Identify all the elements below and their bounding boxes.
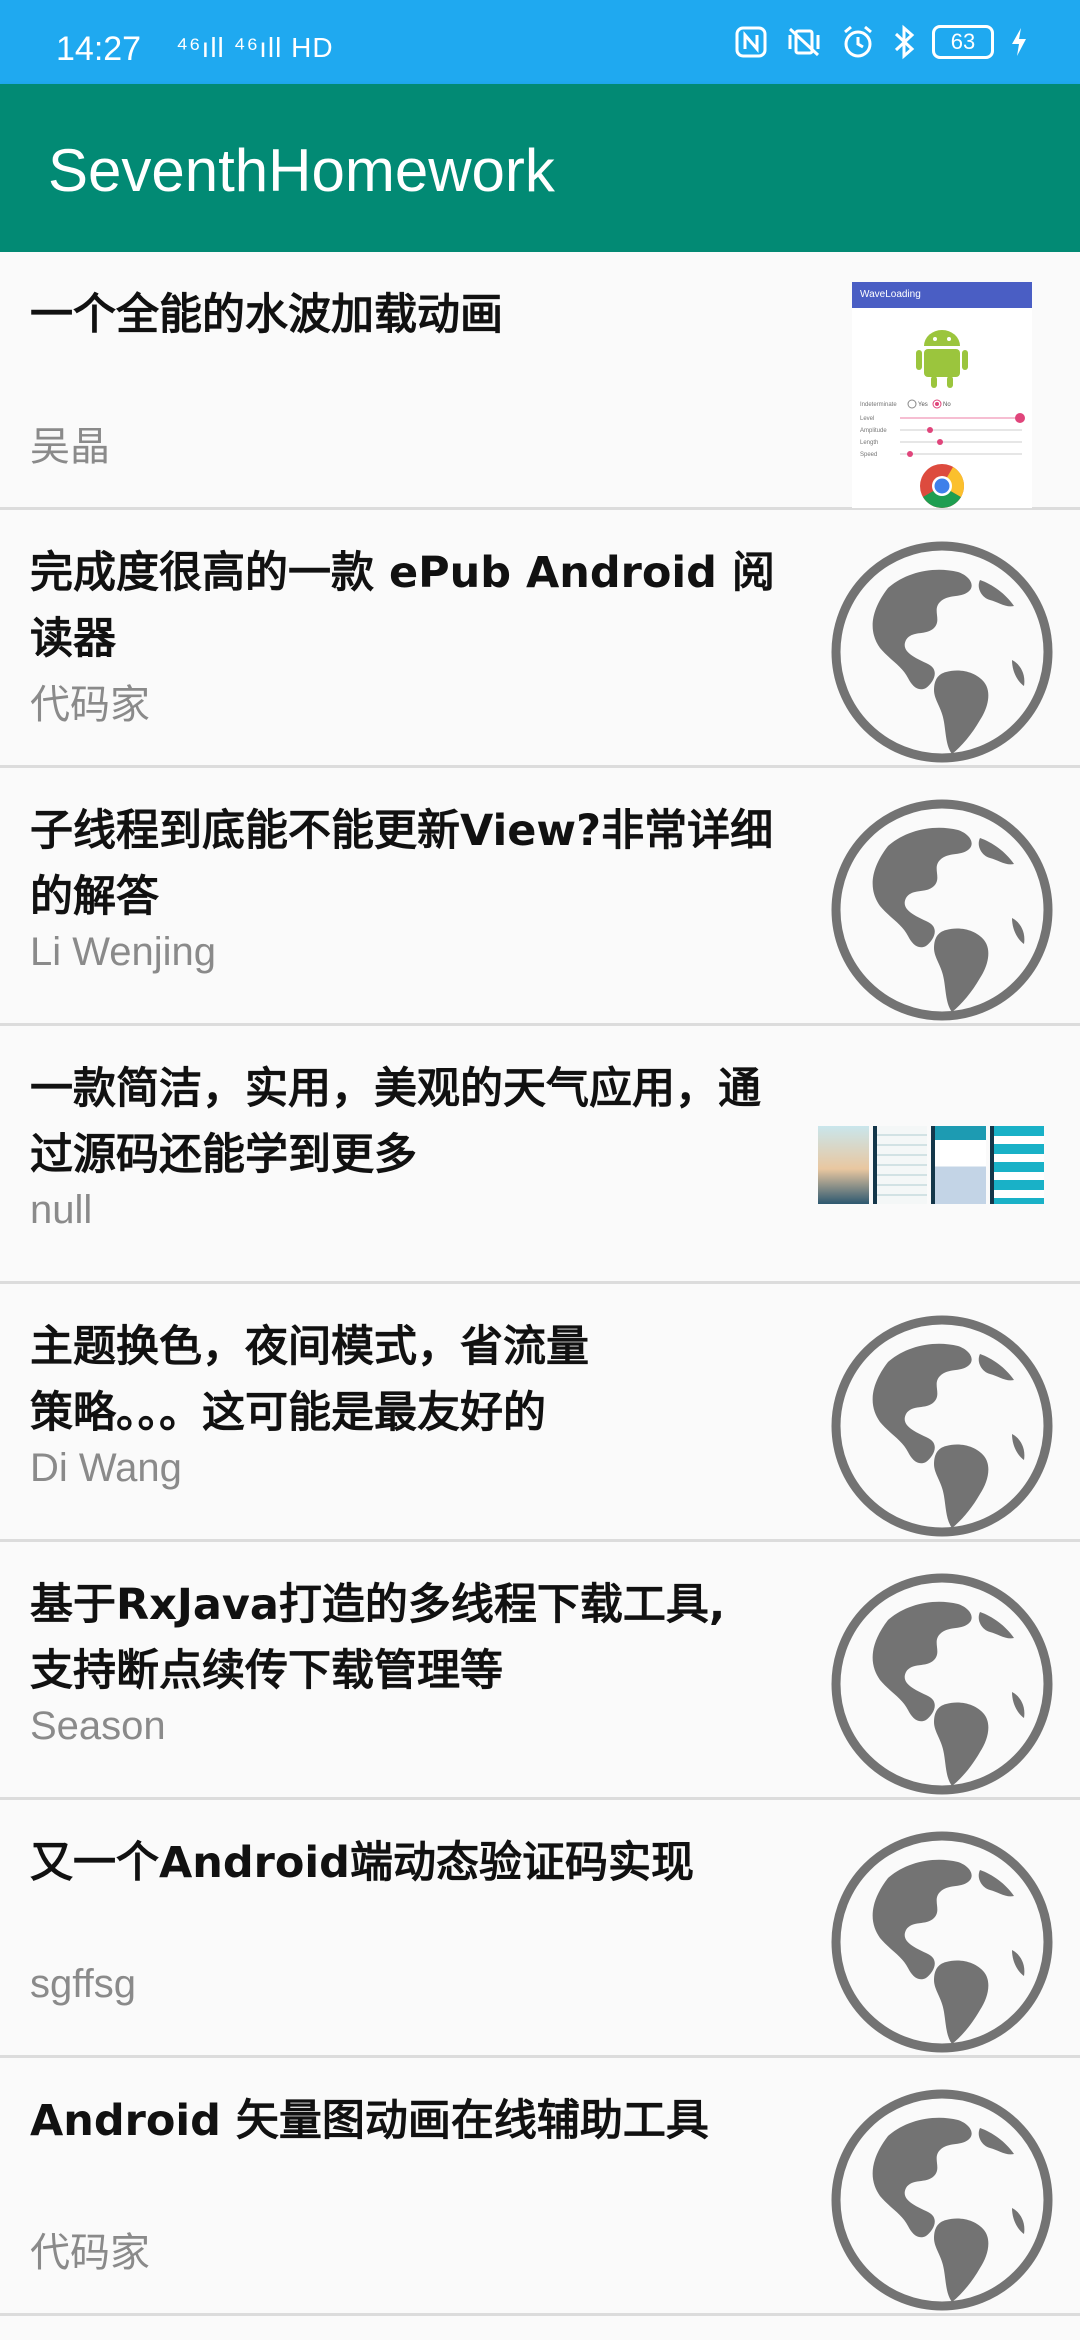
item-author: Season bbox=[30, 1704, 166, 1748]
list-item[interactable]: 又一个Android端动态验证码实现 sgffsg bbox=[0, 1800, 1080, 2058]
screenshot-1 bbox=[818, 1126, 869, 1204]
item-author: Di Wang bbox=[30, 1446, 182, 1490]
item-title: 一个全能的水波加载动画 bbox=[30, 290, 503, 340]
list-item[interactable]: 基于RxJava打造的多线程下载工具,支持断点续传下载管理等 Season bbox=[0, 1542, 1080, 1800]
item-title: Android 矢量图动画在线辅助工具 bbox=[30, 2096, 709, 2146]
item-author: 代码家 bbox=[30, 683, 150, 727]
item-title: 主题换色，夜间模式，省流量策略。。。这可能是最友好的 bbox=[30, 1322, 589, 1438]
globe-icon bbox=[830, 1830, 1054, 2054]
waveloading-header: WaveLoading bbox=[852, 282, 1032, 308]
indeterminate-label: Indeterminate bbox=[860, 402, 897, 408]
slider-label-length: Length bbox=[860, 440, 878, 446]
list-item[interactable]: Android 矢量图动画在线辅助工具 代码家 bbox=[0, 2058, 1080, 2316]
item-author: null bbox=[30, 1188, 93, 1232]
item-title: 完成度很高的一款 ePub Android 阅读器 bbox=[30, 548, 775, 664]
alarm-icon bbox=[840, 24, 876, 60]
nfc-icon bbox=[734, 25, 768, 59]
network-signal-indicator: ⁴⁶ıll ⁴⁶ıll HD bbox=[176, 32, 334, 63]
android-robot-icon bbox=[916, 330, 968, 388]
list-item[interactable]: 完成度很高的一款 ePub Android 阅读器 代码家 bbox=[0, 510, 1080, 768]
waveloading-screenshot: WaveLoading Indeterminate Yes No Level A… bbox=[852, 282, 1032, 508]
item-author: Li Wenjing bbox=[30, 930, 217, 974]
item-title: 一款简洁，实用，美观的天气应用，通过源码还能学到更多 bbox=[30, 1064, 761, 1180]
battery-indicator: 63 bbox=[932, 25, 994, 59]
globe-icon bbox=[830, 540, 1054, 764]
item-author: sgffsg bbox=[30, 1962, 136, 2006]
item-author: 吴晶 bbox=[30, 425, 110, 469]
screenshot-2 bbox=[872, 1126, 927, 1204]
bluetooth-icon bbox=[892, 24, 916, 60]
item-author: 代码家 bbox=[30, 2231, 150, 2275]
list-item[interactable]: 主题换色，夜间模式，省流量策略。。。这可能是最友好的 Di Wang bbox=[0, 1284, 1080, 1542]
globe-icon bbox=[830, 1572, 1054, 1796]
list-item[interactable]: 一款简洁，实用，美观的天气应用，通过源码还能学到更多 null bbox=[0, 1026, 1080, 1284]
item-title: 基于RxJava打造的多线程下载工具,支持断点续传下载管理等 bbox=[30, 1580, 726, 1696]
globe-icon bbox=[830, 2088, 1054, 2312]
status-time: 14:27 bbox=[56, 30, 142, 68]
waveloading-preview: Indeterminate Yes No Level Amplitude Len… bbox=[860, 330, 1025, 508]
app-title: SeventhHomework bbox=[48, 137, 555, 204]
charging-icon bbox=[1010, 27, 1028, 57]
globe-icon bbox=[830, 1314, 1054, 1538]
globe-icon bbox=[830, 798, 1054, 1022]
item-title: 又一个Android端动态验证码实现 bbox=[30, 1838, 694, 1888]
list-item[interactable]: 一个全能的水波加载动画 吴晶 WaveLoading Indeterminate… bbox=[0, 252, 1080, 510]
slider-label-speed: Speed bbox=[860, 452, 877, 458]
item-title: 子线程到底能不能更新View?非常详细的解答 bbox=[30, 806, 774, 922]
yes-option: Yes bbox=[918, 402, 928, 408]
status-bar: 14:27 ⁴⁶ıll ⁴⁶ıll HD 63 bbox=[0, 0, 1080, 84]
vibrate-mute-icon bbox=[784, 25, 824, 59]
screenshot-3 bbox=[931, 1126, 986, 1204]
chrome-icon bbox=[920, 464, 964, 508]
status-icons: 63 bbox=[734, 24, 1028, 60]
no-option: No bbox=[943, 402, 951, 408]
weather-app-screenshots bbox=[818, 1126, 1044, 1204]
slider-label-level: Level bbox=[860, 416, 874, 422]
list-item[interactable]: 子线程到底能不能更新View?非常详细的解答 Li Wenjing bbox=[0, 768, 1080, 1026]
app-bar: SeventhHomework bbox=[0, 84, 1080, 252]
article-list[interactable]: 一个全能的水波加载动画 吴晶 WaveLoading Indeterminate… bbox=[0, 252, 1080, 2316]
slider-label-amplitude: Amplitude bbox=[860, 428, 887, 434]
screenshot-4 bbox=[989, 1126, 1044, 1204]
